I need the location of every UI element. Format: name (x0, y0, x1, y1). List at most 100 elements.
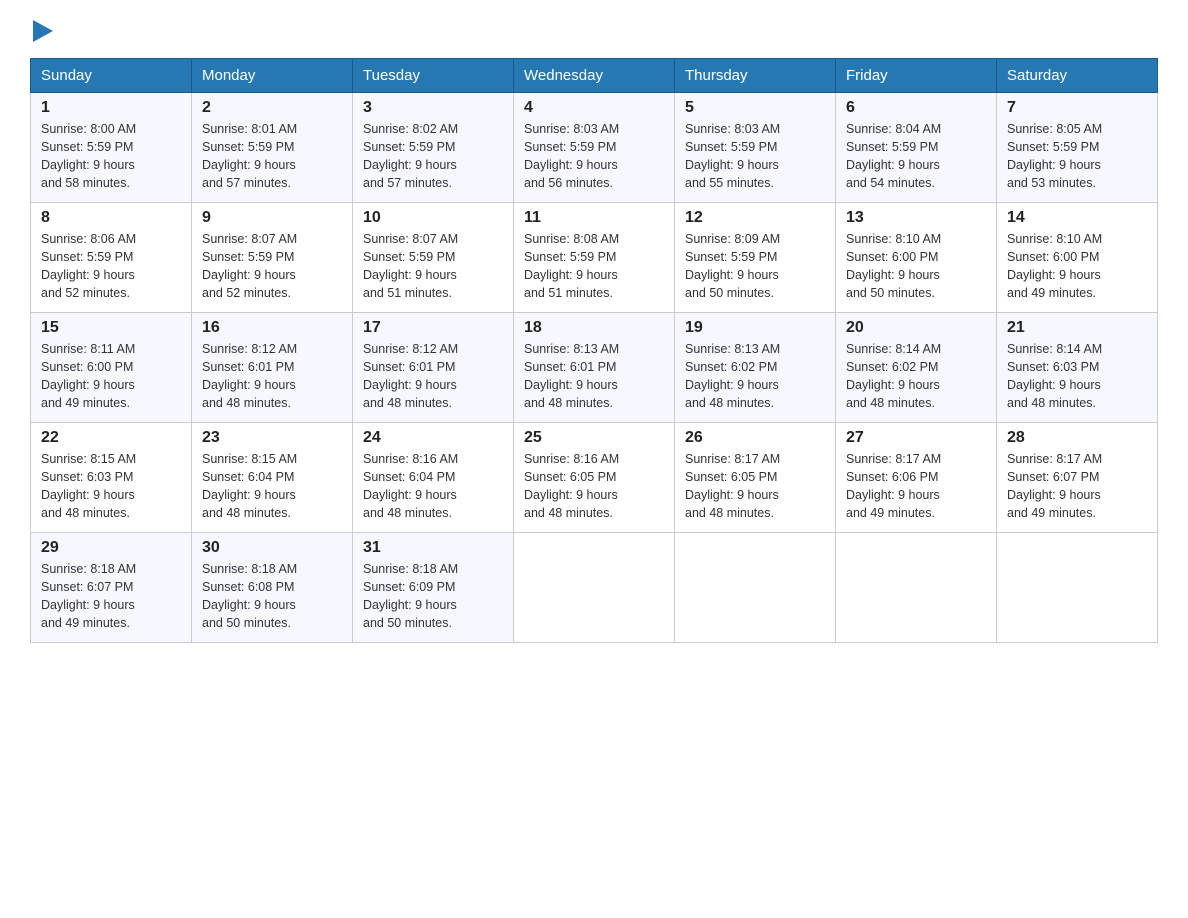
day-cell: 8 Sunrise: 8:06 AMSunset: 5:59 PMDaylight… (31, 203, 192, 313)
day-info: Sunrise: 8:00 AMSunset: 5:59 PMDaylight:… (41, 120, 181, 193)
day-cell: 26 Sunrise: 8:17 AMSunset: 6:05 PMDayligh… (675, 423, 836, 533)
day-info: Sunrise: 8:17 AMSunset: 6:06 PMDaylight:… (846, 450, 986, 523)
day-cell (836, 533, 997, 643)
header-cell-saturday: Saturday (997, 59, 1158, 93)
header-cell-friday: Friday (836, 59, 997, 93)
day-cell: 17 Sunrise: 8:12 AMSunset: 6:01 PMDayligh… (353, 313, 514, 423)
day-cell: 23Sunrise: 8:15 AMSunset: 6:04 PMDayligh… (192, 423, 353, 533)
day-number: 17 (363, 319, 503, 337)
day-info: Sunrise: 8:13 AMSunset: 6:01 PMDaylight:… (524, 340, 664, 413)
calendar-header: SundayMondayTuesdayWednesdayThursdayFrid… (31, 59, 1158, 93)
day-info: Sunrise: 8:18 AMSunset: 6:09 PMDaylight:… (363, 560, 503, 633)
day-number: 9 (202, 209, 342, 227)
day-cell: 15 Sunrise: 8:11 AMSunset: 6:00 PMDayligh… (31, 313, 192, 423)
day-info: Sunrise: 8:14 AMSunset: 6:02 PMDaylight:… (846, 340, 986, 413)
day-number: 28 (1007, 429, 1147, 447)
day-info: Sunrise: 8:16 AMSunset: 6:04 PMDaylight:… (363, 450, 503, 523)
day-info: Sunrise: 8:07 AMSunset: 5:59 PMDaylight:… (202, 230, 342, 303)
header-row: SundayMondayTuesdayWednesdayThursdayFrid… (31, 59, 1158, 93)
day-info: Sunrise: 8:08 AMSunset: 5:59 PMDaylight:… (524, 230, 664, 303)
day-number: 7 (1007, 99, 1147, 117)
logo-arrow-icon (33, 20, 53, 42)
day-number: 24 (363, 429, 503, 447)
day-info: Sunrise: 8:17 AMSunset: 6:07 PMDaylight:… (1007, 450, 1147, 523)
day-info: Sunrise: 8:12 AMSunset: 6:01 PMDaylight:… (202, 340, 342, 413)
day-cell: 22 Sunrise: 8:15 AMSunset: 6:03 PMDayligh… (31, 423, 192, 533)
day-info: Sunrise: 8:06 AMSunset: 5:59 PMDaylight:… (41, 230, 181, 303)
header-cell-sunday: Sunday (31, 59, 192, 93)
week-row-1: 1 Sunrise: 8:00 AMSunset: 5:59 PMDaylight… (31, 93, 1158, 203)
day-info: Sunrise: 8:13 AMSunset: 6:02 PMDaylight:… (685, 340, 825, 413)
day-number: 10 (363, 209, 503, 227)
day-number: 25 (524, 429, 664, 447)
day-info: Sunrise: 8:14 AMSunset: 6:03 PMDaylight:… (1007, 340, 1147, 413)
day-cell: 13 Sunrise: 8:10 AMSunset: 6:00 PMDayligh… (836, 203, 997, 313)
day-info: Sunrise: 8:07 AMSunset: 5:59 PMDaylight:… (363, 230, 503, 303)
day-cell (997, 533, 1158, 643)
day-info: Sunrise: 8:09 AMSunset: 5:59 PMDaylight:… (685, 230, 825, 303)
day-cell: 3Sunrise: 8:02 AMSunset: 5:59 PMDaylight… (353, 93, 514, 203)
day-info: Sunrise: 8:04 AMSunset: 5:59 PMDaylight:… (846, 120, 986, 193)
logo-text (30, 20, 56, 42)
header-cell-wednesday: Wednesday (514, 59, 675, 93)
header-cell-tuesday: Tuesday (353, 59, 514, 93)
day-number: 26 (685, 429, 825, 447)
header-cell-thursday: Thursday (675, 59, 836, 93)
day-number: 16 (202, 319, 342, 337)
week-row-2: 8 Sunrise: 8:06 AMSunset: 5:59 PMDaylight… (31, 203, 1158, 313)
day-cell: 19 Sunrise: 8:13 AMSunset: 6:02 PMDayligh… (675, 313, 836, 423)
calendar-body: 1 Sunrise: 8:00 AMSunset: 5:59 PMDaylight… (31, 93, 1158, 643)
day-cell: 10 Sunrise: 8:07 AMSunset: 5:59 PMDayligh… (353, 203, 514, 313)
day-number: 1 (41, 99, 181, 117)
day-info: Sunrise: 8:10 AMSunset: 6:00 PMDaylight:… (846, 230, 986, 303)
day-cell: 21Sunrise: 8:14 AMSunset: 6:03 PMDayligh… (997, 313, 1158, 423)
day-number: 22 (41, 429, 181, 447)
day-cell: 4 Sunrise: 8:03 AMSunset: 5:59 PMDaylight… (514, 93, 675, 203)
day-cell: 14Sunrise: 8:10 AMSunset: 6:00 PMDayligh… (997, 203, 1158, 313)
day-number: 2 (202, 99, 342, 117)
day-info: Sunrise: 8:12 AMSunset: 6:01 PMDaylight:… (363, 340, 503, 413)
week-row-4: 22 Sunrise: 8:15 AMSunset: 6:03 PMDayligh… (31, 423, 1158, 533)
week-row-3: 15 Sunrise: 8:11 AMSunset: 6:00 PMDayligh… (31, 313, 1158, 423)
day-cell: 9 Sunrise: 8:07 AMSunset: 5:59 PMDaylight… (192, 203, 353, 313)
day-cell: 27Sunrise: 8:17 AMSunset: 6:06 PMDayligh… (836, 423, 997, 533)
day-info: Sunrise: 8:17 AMSunset: 6:05 PMDaylight:… (685, 450, 825, 523)
day-cell: 11 Sunrise: 8:08 AMSunset: 5:59 PMDayligh… (514, 203, 675, 313)
page-header (30, 20, 1158, 38)
day-cell: 28 Sunrise: 8:17 AMSunset: 6:07 PMDayligh… (997, 423, 1158, 533)
day-cell: 7 Sunrise: 8:05 AMSunset: 5:59 PMDaylight… (997, 93, 1158, 203)
day-number: 14 (1007, 209, 1147, 227)
day-cell: 29Sunrise: 8:18 AMSunset: 6:07 PMDayligh… (31, 533, 192, 643)
day-number: 30 (202, 539, 342, 557)
day-cell: 25Sunrise: 8:16 AMSunset: 6:05 PMDayligh… (514, 423, 675, 533)
day-info: Sunrise: 8:11 AMSunset: 6:00 PMDaylight:… (41, 340, 181, 413)
day-info: Sunrise: 8:15 AMSunset: 6:03 PMDaylight:… (41, 450, 181, 523)
day-cell: 24 Sunrise: 8:16 AMSunset: 6:04 PMDayligh… (353, 423, 514, 533)
day-number: 11 (524, 209, 664, 227)
day-cell: 12Sunrise: 8:09 AMSunset: 5:59 PMDayligh… (675, 203, 836, 313)
day-number: 4 (524, 99, 664, 117)
day-info: Sunrise: 8:03 AMSunset: 5:59 PMDaylight:… (524, 120, 664, 193)
header-cell-monday: Monday (192, 59, 353, 93)
day-cell: 18Sunrise: 8:13 AMSunset: 6:01 PMDayligh… (514, 313, 675, 423)
day-cell: 1 Sunrise: 8:00 AMSunset: 5:59 PMDaylight… (31, 93, 192, 203)
day-info: Sunrise: 8:15 AMSunset: 6:04 PMDaylight:… (202, 450, 342, 523)
day-cell: 30 Sunrise: 8:18 AMSunset: 6:08 PMDayligh… (192, 533, 353, 643)
day-number: 13 (846, 209, 986, 227)
day-info: Sunrise: 8:01 AMSunset: 5:59 PMDaylight:… (202, 120, 342, 193)
day-info: Sunrise: 8:18 AMSunset: 6:08 PMDaylight:… (202, 560, 342, 633)
day-number: 20 (846, 319, 986, 337)
day-cell: 2 Sunrise: 8:01 AMSunset: 5:59 PMDaylight… (192, 93, 353, 203)
day-info: Sunrise: 8:02 AMSunset: 5:59 PMDaylight:… (363, 120, 503, 193)
day-number: 15 (41, 319, 181, 337)
day-cell: 6 Sunrise: 8:04 AMSunset: 5:59 PMDaylight… (836, 93, 997, 203)
day-number: 31 (363, 539, 503, 557)
day-number: 8 (41, 209, 181, 227)
day-cell: 20 Sunrise: 8:14 AMSunset: 6:02 PMDayligh… (836, 313, 997, 423)
day-number: 19 (685, 319, 825, 337)
day-number: 6 (846, 99, 986, 117)
day-info: Sunrise: 8:03 AMSunset: 5:59 PMDaylight:… (685, 120, 825, 193)
day-cell (675, 533, 836, 643)
week-row-5: 29Sunrise: 8:18 AMSunset: 6:07 PMDayligh… (31, 533, 1158, 643)
day-info: Sunrise: 8:05 AMSunset: 5:59 PMDaylight:… (1007, 120, 1147, 193)
